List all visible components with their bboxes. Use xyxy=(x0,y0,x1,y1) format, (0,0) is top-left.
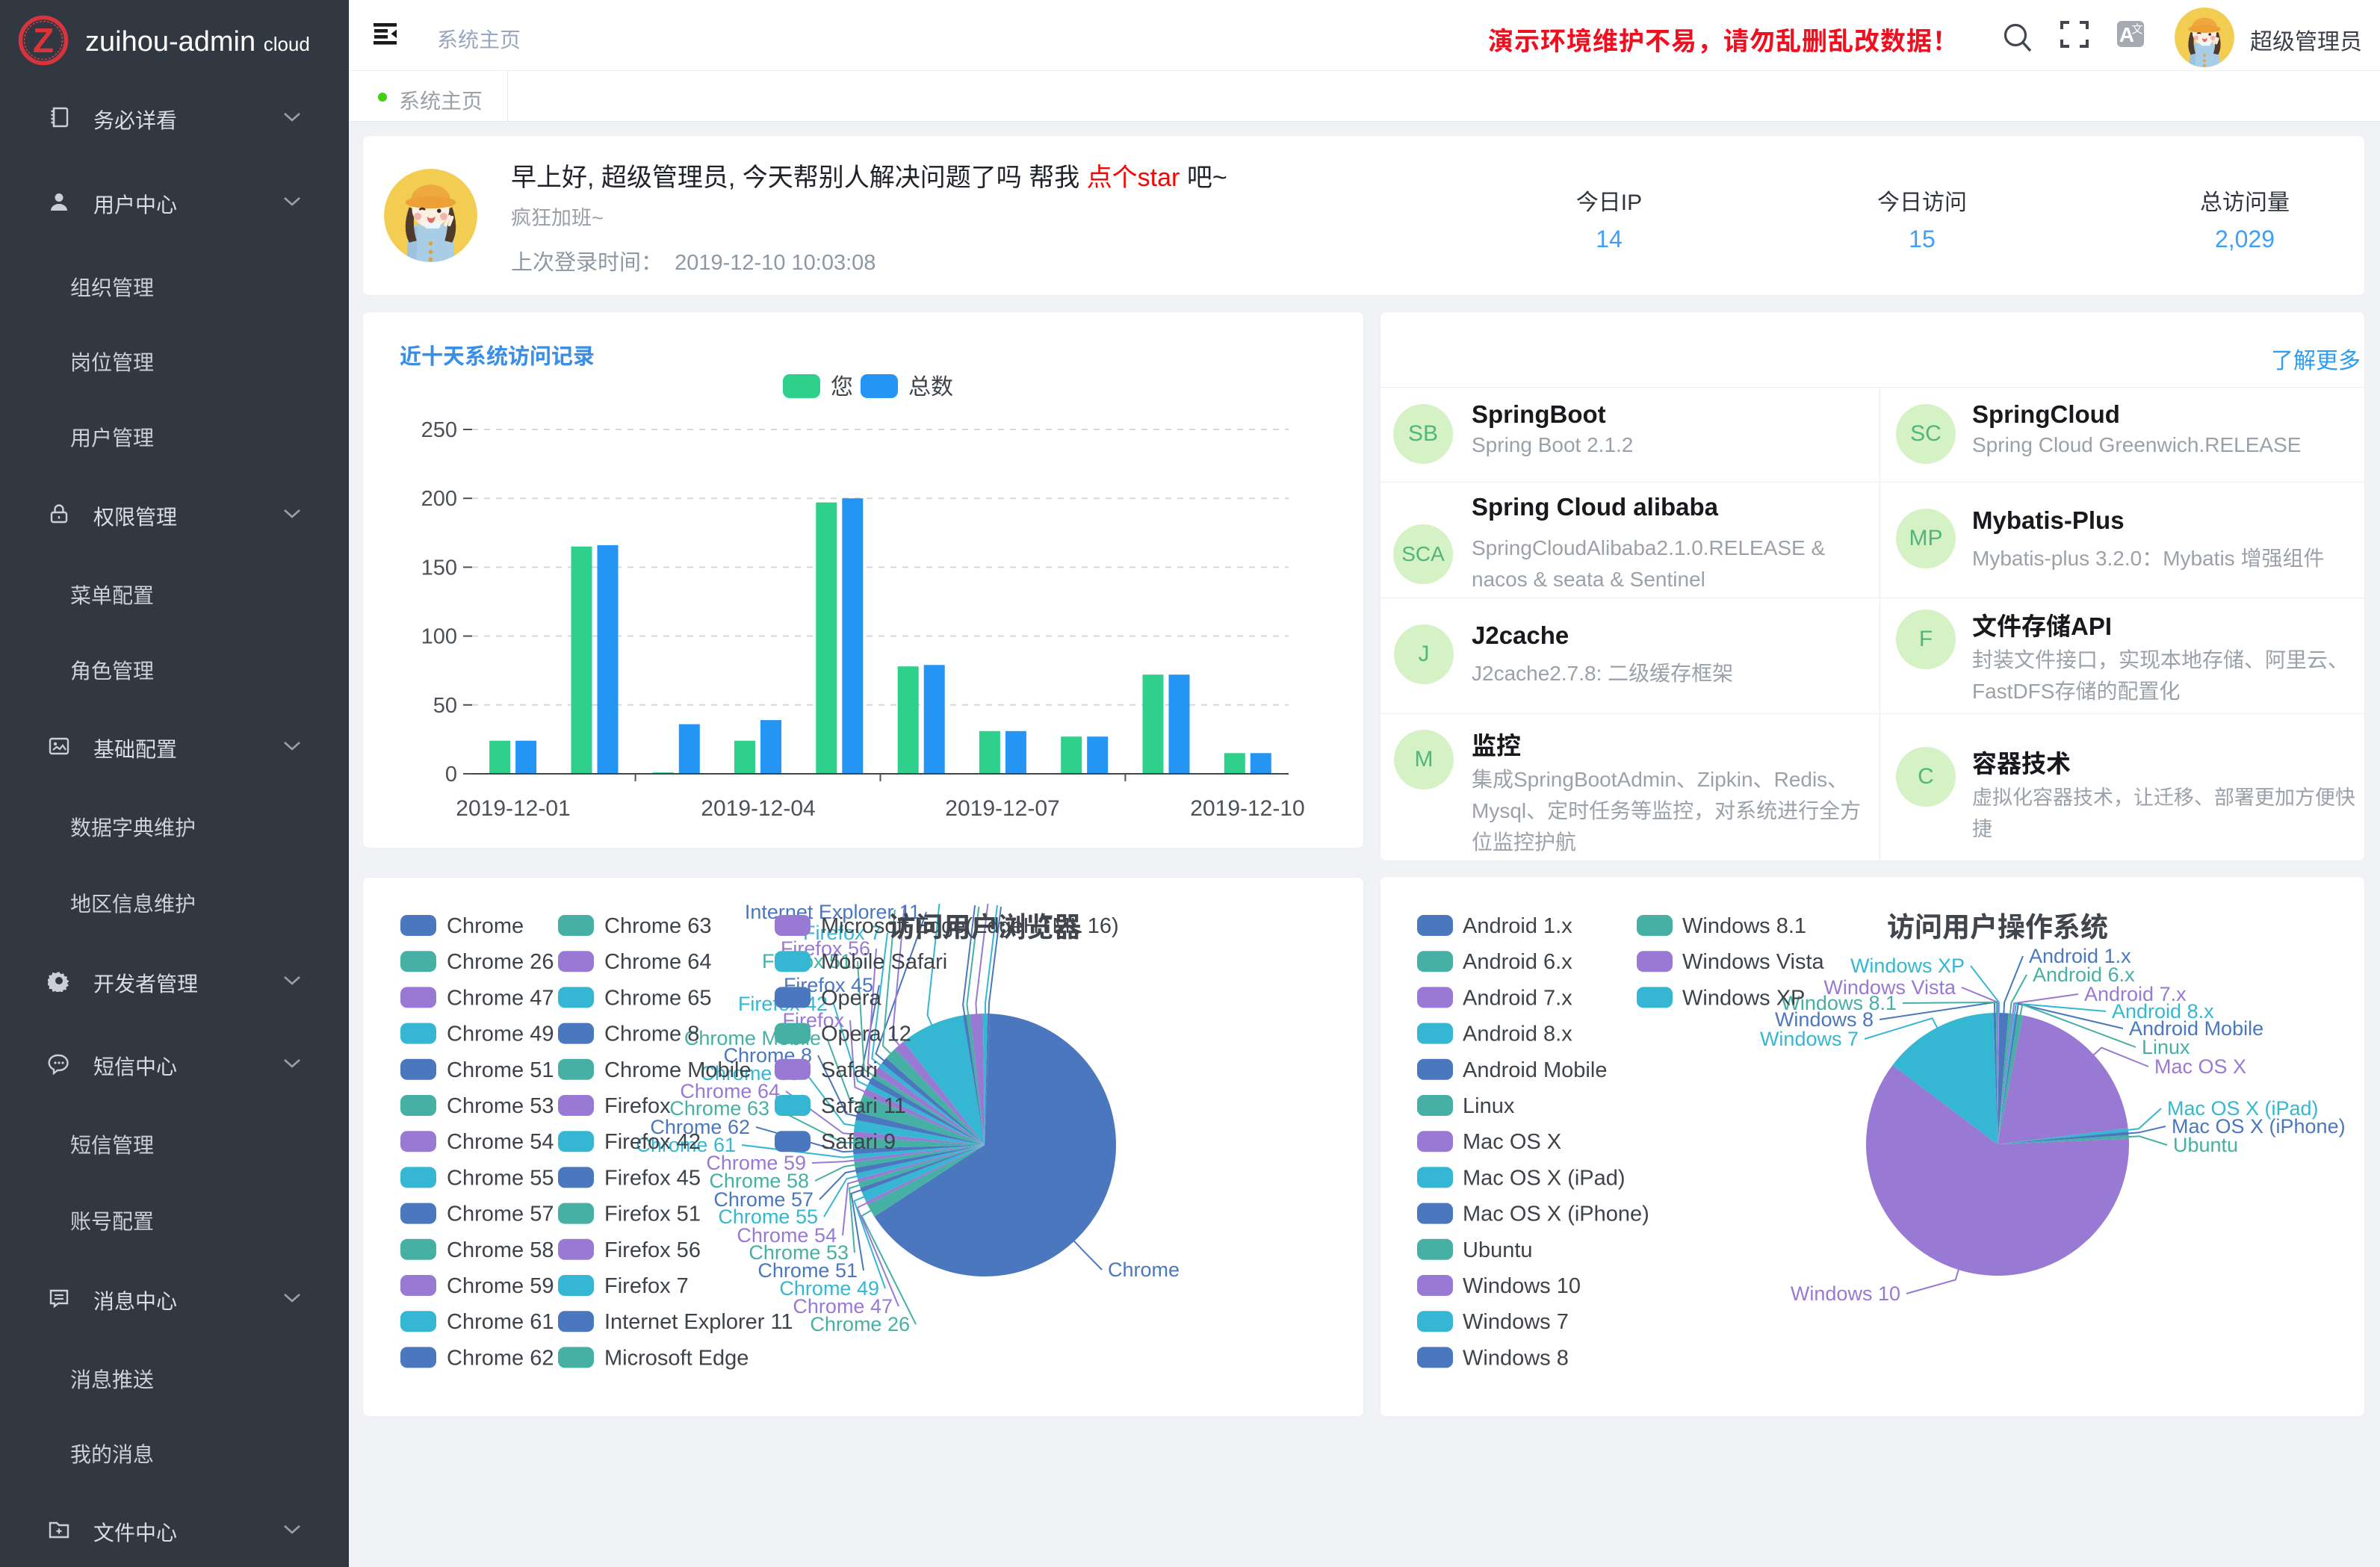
svg-text:Windows Vista: Windows Vista xyxy=(1682,950,1825,974)
svg-text:Chrome 63: Chrome 63 xyxy=(604,914,711,938)
svg-text:Safari 9: Safari 9 xyxy=(821,1130,896,1154)
svg-text:Chrome: Chrome xyxy=(447,914,524,938)
svg-text:Chrome 62: Chrome 62 xyxy=(447,1346,554,1370)
svg-text:50: 50 xyxy=(433,694,457,718)
svg-text:Internet Explorer 11: Internet Explorer 11 xyxy=(604,1310,793,1334)
svg-text:Microsoft Edge: Microsoft Edge xyxy=(604,1346,749,1370)
svg-text:Chrome 54: Chrome 54 xyxy=(447,1130,554,1154)
svg-text:Firefox 45: Firefox 45 xyxy=(604,1166,701,1190)
svg-text:Mac OS X (iPad): Mac OS X (iPad) xyxy=(1463,1166,1626,1190)
svg-text:Ubuntu: Ubuntu xyxy=(2173,1134,2238,1156)
svg-text:Android 6.x: Android 6.x xyxy=(1463,950,1572,974)
svg-text:Chrome 61: Chrome 61 xyxy=(447,1310,554,1334)
svg-text:Opera: Opera xyxy=(821,986,881,1010)
svg-text:150: 150 xyxy=(421,556,457,580)
svg-text:Android 7.x: Android 7.x xyxy=(1463,986,1572,1010)
svg-text:2019-12-01: 2019-12-01 xyxy=(456,796,570,821)
svg-text:Firefox 51: Firefox 51 xyxy=(604,1203,701,1226)
svg-text:200: 200 xyxy=(421,487,457,511)
svg-text:Chrome 64: Chrome 64 xyxy=(604,950,711,974)
svg-text:0: 0 xyxy=(445,763,457,786)
svg-text:Chrome: Chrome xyxy=(1108,1259,1180,1281)
svg-text:Firefox 7: Firefox 7 xyxy=(604,1274,689,1298)
svg-text:Firefox 42: Firefox 42 xyxy=(604,1130,701,1154)
svg-text:总数: 总数 xyxy=(908,375,953,400)
svg-text:Windows 10: Windows 10 xyxy=(1791,1282,1900,1305)
svg-text:Chrome 65: Chrome 65 xyxy=(604,986,711,1010)
svg-text:Mobile Safari: Mobile Safari xyxy=(821,950,947,974)
svg-text:Android 8.x: Android 8.x xyxy=(1463,1023,1572,1046)
svg-text:Chrome 51: Chrome 51 xyxy=(447,1058,554,1082)
svg-text:Chrome 58: Chrome 58 xyxy=(447,1238,554,1262)
svg-text:Windows 8.1: Windows 8.1 xyxy=(1682,914,1806,938)
svg-text:Chrome 47: Chrome 47 xyxy=(447,986,554,1010)
svg-text:2019-12-07: 2019-12-07 xyxy=(945,796,1059,821)
svg-text:Chrome 53: Chrome 53 xyxy=(447,1094,554,1118)
svg-text:Firefox: Firefox xyxy=(604,1094,671,1118)
svg-text:250: 250 xyxy=(421,418,457,442)
svg-text:100: 100 xyxy=(421,625,457,649)
svg-text:Android Mobile: Android Mobile xyxy=(1463,1058,1607,1082)
svg-text:访问用户操作系统: 访问用户操作系统 xyxy=(1887,912,2108,943)
svg-text:Chrome 26: Chrome 26 xyxy=(447,950,554,974)
svg-text:2019-12-04: 2019-12-04 xyxy=(701,796,815,821)
svg-text:Chrome 59: Chrome 59 xyxy=(447,1274,554,1298)
svg-text:Mac OS X (iPhone): Mac OS X (iPhone) xyxy=(1463,1203,1649,1226)
svg-text:Windows XP: Windows XP xyxy=(1682,986,1805,1010)
svg-text:Chrome 8: Chrome 8 xyxy=(604,1023,699,1046)
svg-text:近十天系统访问记录: 近十天系统访问记录 xyxy=(400,344,595,369)
svg-text:Windows Vista: Windows Vista xyxy=(1823,976,1956,999)
svg-text:Mac OS X: Mac OS X xyxy=(1463,1130,1561,1154)
svg-text:Chrome 55: Chrome 55 xyxy=(447,1166,554,1190)
svg-text:Android 1.x: Android 1.x xyxy=(1463,914,1572,938)
svg-text:Ubuntu: Ubuntu xyxy=(1463,1238,1533,1262)
svg-text:Windows 7: Windows 7 xyxy=(1760,1028,1859,1050)
svg-text:Chrome 57: Chrome 57 xyxy=(447,1203,554,1226)
svg-text:Linux: Linux xyxy=(1463,1094,1515,1118)
svg-text:Chrome Mobile: Chrome Mobile xyxy=(604,1058,752,1082)
svg-text:您: 您 xyxy=(831,375,853,400)
svg-text:Safari 11: Safari 11 xyxy=(821,1094,906,1118)
svg-text:Safari: Safari xyxy=(821,1058,878,1082)
svg-text:Chrome 49: Chrome 49 xyxy=(447,1023,554,1046)
svg-text:Windows 8: Windows 8 xyxy=(1463,1346,1569,1370)
svg-text:2019-12-10: 2019-12-10 xyxy=(1190,796,1304,821)
svg-text:Windows XP: Windows XP xyxy=(1850,955,1965,977)
svg-text:Opera 12: Opera 12 xyxy=(821,1023,911,1046)
svg-text:访问用户浏览器: 访问用户浏览器 xyxy=(888,912,1082,943)
svg-text:Mac OS X: Mac OS X xyxy=(2154,1055,2246,1078)
svg-text:Firefox 56: Firefox 56 xyxy=(604,1238,701,1262)
svg-text:Windows 7: Windows 7 xyxy=(1463,1310,1569,1334)
svg-text:Windows 10: Windows 10 xyxy=(1463,1274,1581,1298)
